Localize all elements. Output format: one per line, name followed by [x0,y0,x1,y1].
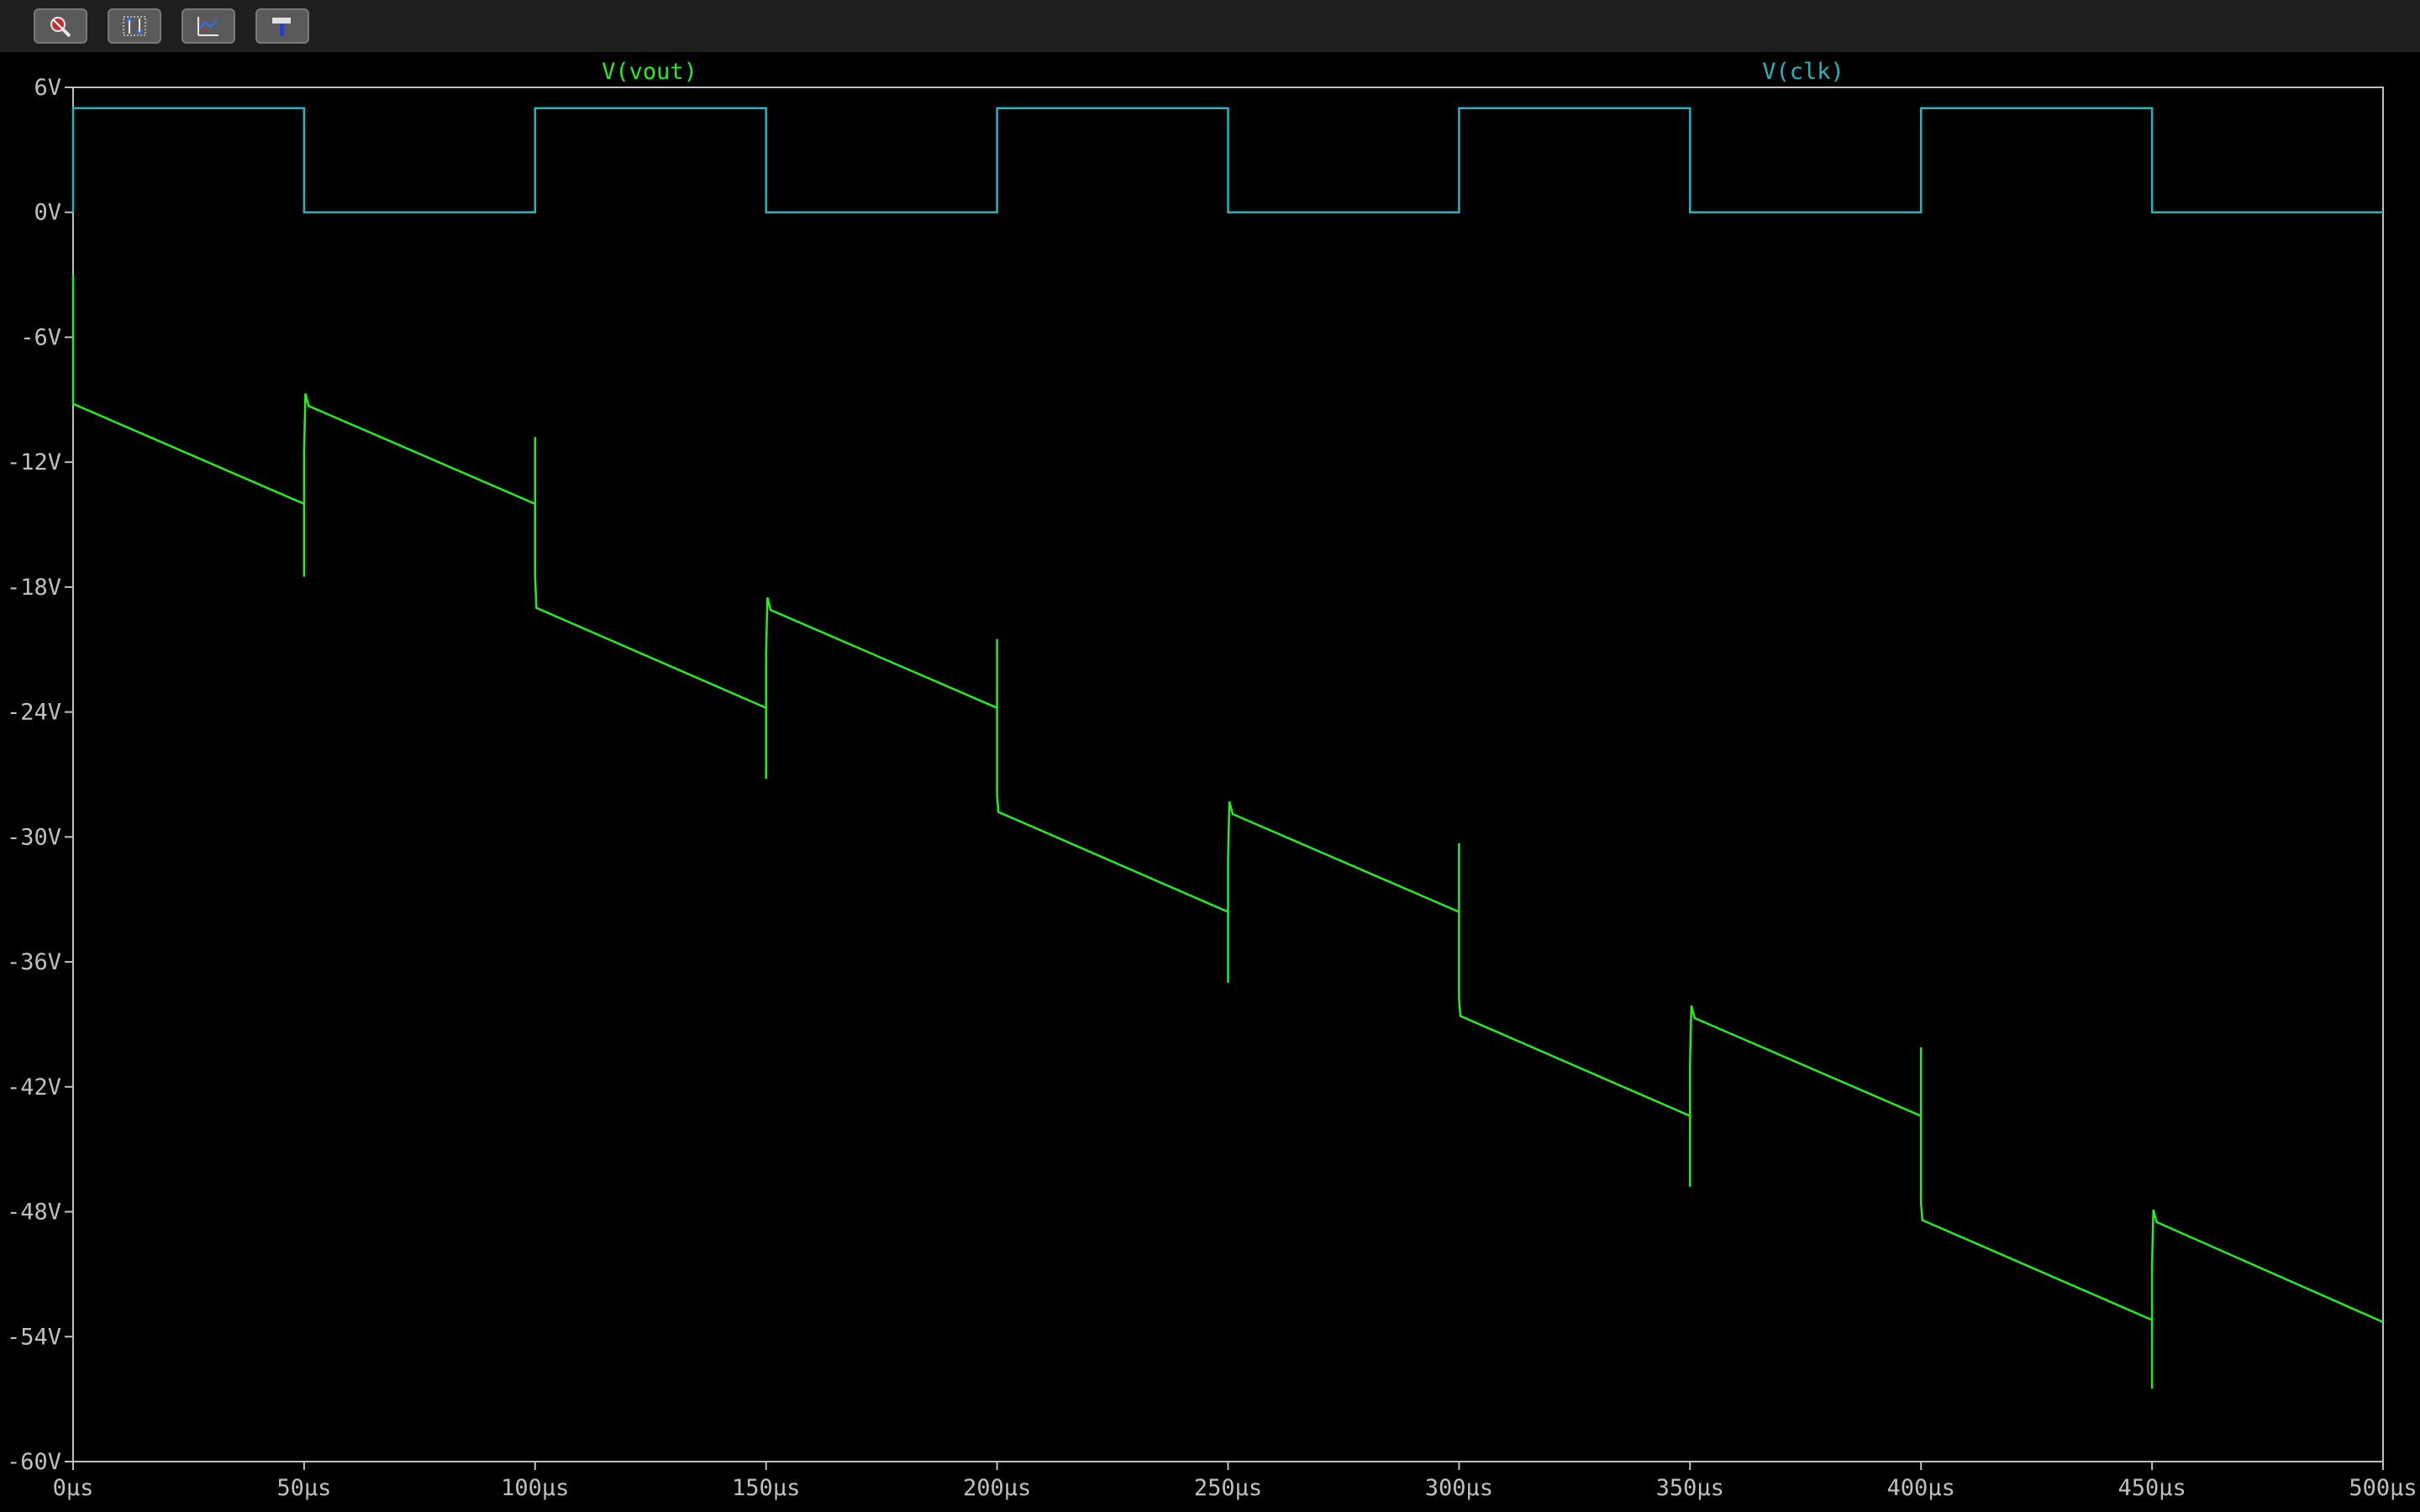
y-tick-label: -36V [7,949,61,975]
y-tick-label: -6V [20,324,61,350]
autoscale-x-icon [197,17,218,36]
y-tick-label: -12V [7,449,61,475]
plot-area[interactable]: 6V 0V -6V -12V -18V -24V -30V -36V -42V -48V -54V -… [0,52,2420,1512]
trace-label-vclk: V(clk) [1762,59,1844,85]
y-tick-label: -54V [7,1324,61,1350]
waveform-chart[interactable]: 6V 0V -6V -12V -18V -24V -30V -36V -42V -48V -54V -… [0,52,2420,1512]
y-tick-label: -48V [7,1200,61,1226]
y-tick-label: -60V [7,1449,61,1475]
toolbar [0,0,2420,52]
zoom-cancel-icon [50,17,71,38]
trace-label-vvout: V(vout) [602,59,697,85]
x-tick-label: 450µs [2118,1475,2186,1501]
x-tick-label: 300µs [1425,1475,1493,1501]
hammer-button[interactable] [255,8,309,44]
y-tick-label: -24V [7,700,61,726]
y-tick-label: 6V [34,75,61,101]
y-tick-label: -42V [7,1074,61,1100]
hammer-icon [272,18,291,36]
x-tick-label: 100µs [501,1475,569,1501]
autoscale-y-button[interactable] [108,8,161,44]
x-tick-label: 350µs [1656,1475,1724,1501]
autoscale-y-icon [123,16,146,36]
waveform-viewer: 6V 0V -6V -12V -18V -24V -30V -36V -42V -48V -54V -… [0,0,2420,1512]
series-line-vclk [71,107,2383,213]
x-tick-label: 150µs [732,1475,800,1501]
y-tick-label: -30V [7,824,61,850]
series-line-vvout [71,275,2384,1389]
y-tick-label: 0V [34,200,61,226]
x-tick-label: 0µs [53,1475,94,1501]
y-tick-label: -18V [7,575,61,601]
plot-frame [72,87,2384,1462]
x-tick-label: 400µs [1887,1475,1955,1501]
x-tick-label: 50µs [276,1475,331,1501]
x-tick-label: 250µs [1194,1475,1262,1501]
x-tick-label: 200µs [963,1475,1031,1501]
zoom-cancel-button[interactable] [34,8,87,44]
x-tick-label: 500µs [2349,1475,2417,1501]
autoscale-x-button[interactable] [182,8,235,44]
